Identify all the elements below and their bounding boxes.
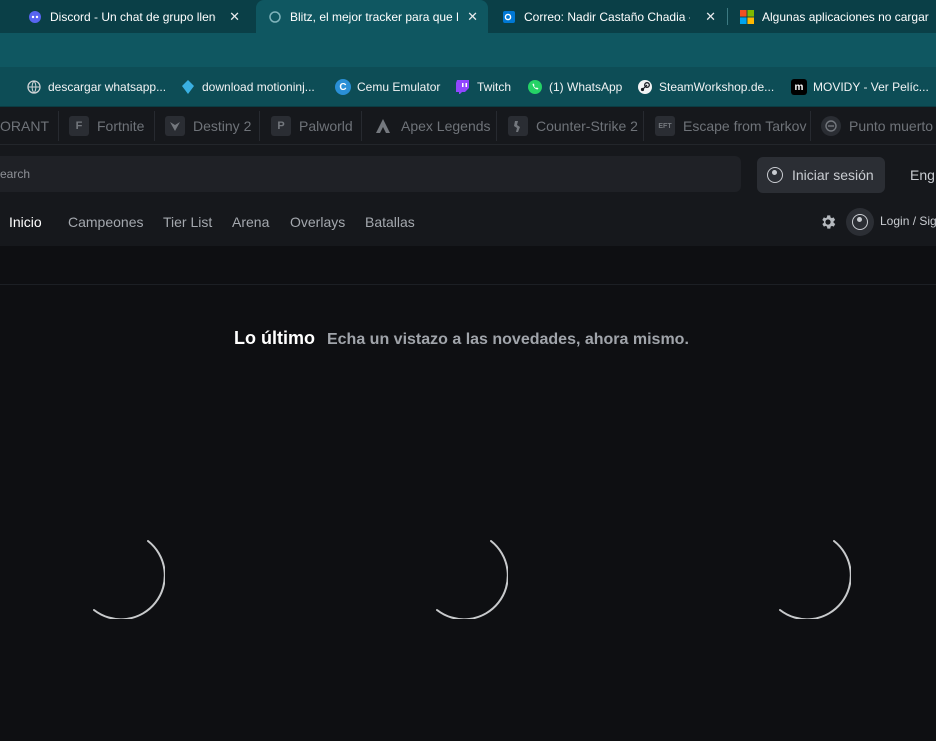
game-separator (154, 111, 155, 141)
deadlock-icon (821, 116, 841, 136)
game-label: Punto muerto (849, 118, 934, 134)
bookmark-motioninjoy[interactable]: download motioninj... (180, 77, 315, 97)
steam-icon (637, 79, 653, 95)
section-subtitle: Echa un vistazo a las novedades, ahora m… (326, 331, 689, 348)
account-avatar[interactable] (846, 208, 874, 236)
section-header: Lo último Echa un vistazo a las novedade… (234, 328, 689, 349)
user-icon (852, 214, 868, 230)
globe-icon (26, 79, 42, 95)
nav-tier-list[interactable]: Tier List (163, 214, 212, 230)
game-separator (810, 111, 811, 141)
nav-campeones[interactable]: Campeones (68, 214, 144, 230)
bookmark-label: Twitch (477, 80, 512, 94)
game-apex[interactable]: Apex Legends (373, 107, 491, 145)
blitz-icon (268, 10, 282, 24)
game-navigation: ORANT F Fortnite Destiny 2 P Palworld Ap… (0, 107, 936, 145)
destiny-icon (165, 116, 185, 136)
main-content: Lo último Echa un vistazo a las novedade… (0, 246, 936, 741)
twitch-icon (455, 79, 471, 95)
tab-microsoft[interactable]: Algunas aplicaciones no cargar (728, 0, 936, 33)
apex-icon (373, 116, 393, 136)
game-destiny[interactable]: Destiny 2 (165, 107, 251, 145)
nav-arena[interactable]: Arena (232, 214, 269, 230)
close-icon[interactable]: ✕ (229, 9, 240, 25)
game-deadlock[interactable]: Punto muerto (821, 107, 933, 145)
bookmark-steamworkshop[interactable]: SteamWorkshop.de... (637, 77, 774, 97)
bookmark-label: SteamWorkshop.de... (659, 80, 775, 94)
whatsapp-icon (527, 79, 543, 95)
outlook-icon (502, 10, 516, 24)
loading-spinner-icon (779, 540, 851, 619)
bookmark-twitch[interactable]: Twitch (455, 77, 511, 97)
bookmark-descargar-whatsapp[interactable]: descargar whatsapp... (26, 77, 166, 97)
tab-blitz[interactable]: Blitz, el mejor tracker para que l ✕ (256, 0, 488, 33)
gear-icon[interactable] (819, 213, 837, 231)
bookmark-whatsapp[interactable]: (1) WhatsApp (527, 77, 622, 97)
tab-discord[interactable]: Discord - Un chat de grupo lleno ✕ (16, 0, 250, 33)
bookmarks-bar: descargar whatsapp... download motioninj… (0, 67, 936, 107)
counter-strike-icon (508, 116, 528, 136)
login-label: Iniciar sesión (792, 167, 874, 183)
game-label: ORANT (0, 118, 49, 134)
cemu-icon: C (335, 79, 351, 95)
game-label: Counter-Strike 2 (536, 118, 638, 134)
bookmark-cemu[interactable]: C Cemu Emulator (335, 77, 440, 97)
search-placeholder: earch (0, 167, 31, 181)
bookmark-label: descargar whatsapp... (48, 80, 167, 94)
game-label: Apex Legends (401, 118, 491, 134)
fortnite-icon: F (69, 116, 89, 136)
bookmark-label: MOVIDY - Ver Pelíc... (813, 80, 929, 94)
loading-spinner-icon (436, 540, 508, 619)
tab-outlook[interactable]: Correo: Nadir Castaño Chadia - ✕ (490, 0, 726, 33)
game-counter-strike[interactable]: Counter-Strike 2 (508, 107, 638, 145)
nav-inicio[interactable]: Inicio (9, 214, 42, 230)
bookmark-movidy[interactable]: m MOVIDY - Ver Pelíc... (791, 77, 929, 97)
loading-spinner-icon (93, 540, 165, 619)
game-separator (58, 111, 59, 141)
game-separator (259, 111, 260, 141)
bookmark-label: (1) WhatsApp (549, 80, 623, 94)
close-icon[interactable]: ✕ (467, 9, 478, 25)
game-palworld[interactable]: P Palworld (271, 107, 353, 145)
tab-title: Correo: Nadir Castaño Chadia - (524, 9, 690, 24)
game-fortnite[interactable]: F Fortnite (69, 107, 144, 145)
bookmark-label: Cemu Emulator (357, 80, 441, 94)
game-separator (496, 111, 497, 141)
search-input[interactable]: earch (0, 156, 741, 192)
login-button[interactable]: Iniciar sesión (757, 157, 885, 193)
game-label: Fortnite (97, 118, 145, 134)
tab-title: Algunas aplicaciones no cargar (762, 9, 929, 24)
main-navigation: Inicio Campeones Tier List Arena Overlay… (0, 203, 936, 246)
user-icon (767, 167, 783, 183)
tab-title: Discord - Un chat de grupo lleno (50, 9, 216, 24)
tarkov-icon: EFT (655, 116, 675, 136)
palworld-icon: P (271, 116, 291, 136)
search-row: earch Iniciar sesión Eng (0, 145, 936, 203)
nav-overlays[interactable]: Overlays (290, 214, 345, 230)
address-bar[interactable] (0, 33, 936, 67)
motioninjoy-icon (180, 79, 196, 95)
game-label: Destiny 2 (193, 118, 252, 134)
game-label: Escape from Tarkov (683, 118, 807, 134)
game-tarkov[interactable]: EFT Escape from Tarkov (655, 107, 806, 145)
movidy-icon: m (791, 79, 807, 95)
language-selector[interactable]: Eng (910, 167, 935, 183)
section-title: Lo último (234, 328, 315, 348)
game-label: Palworld (299, 118, 353, 134)
nav-batallas[interactable]: Batallas (365, 214, 415, 230)
game-valorant[interactable]: ORANT (0, 107, 49, 145)
close-icon[interactable]: ✕ (705, 9, 716, 25)
browser-tab-strip: Discord - Un chat de grupo lleno ✕ Blitz… (0, 0, 936, 33)
microsoft-icon (740, 9, 754, 24)
bookmark-label: download motioninj... (202, 80, 315, 94)
discord-icon (28, 10, 42, 24)
tab-title: Blitz, el mejor tracker para que l (290, 9, 458, 24)
account-login-link[interactable]: Login / Sig (880, 214, 936, 228)
game-separator (361, 111, 362, 141)
divider (0, 284, 936, 285)
game-separator (643, 111, 644, 141)
